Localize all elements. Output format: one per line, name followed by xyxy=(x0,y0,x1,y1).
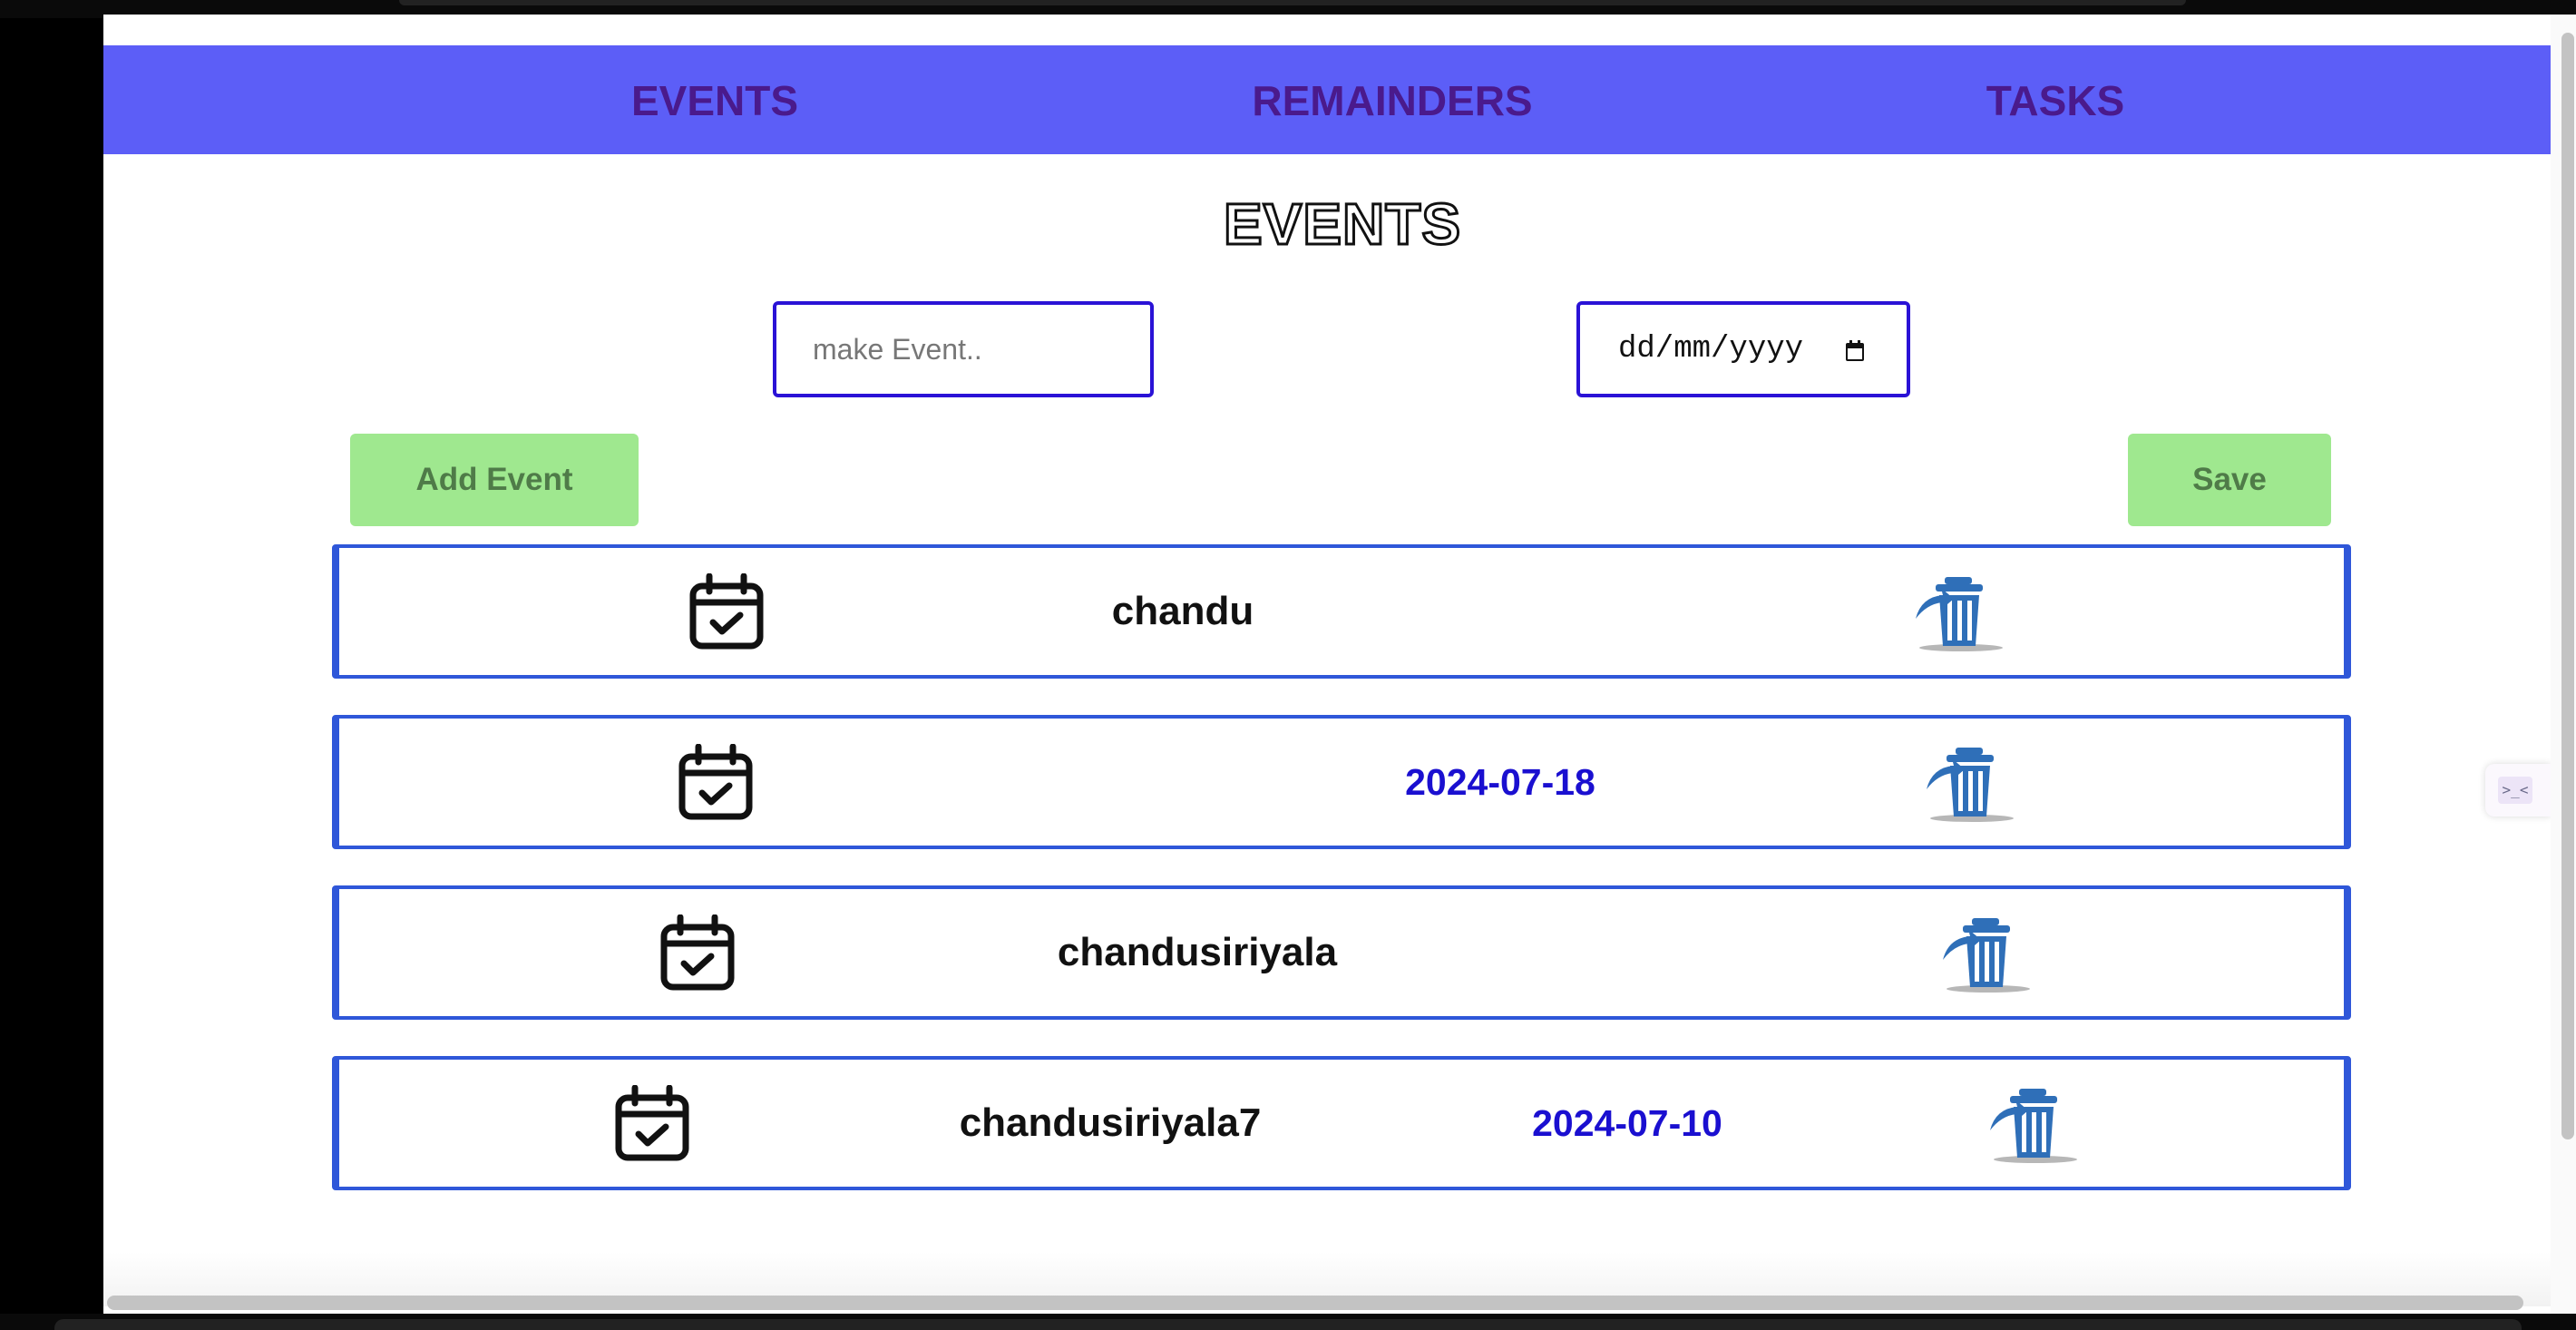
horizontal-scroll-thumb[interactable] xyxy=(107,1296,2523,1310)
trash-icon[interactable] xyxy=(1988,1087,2079,1163)
event-date: 2024-07-18 xyxy=(1405,761,1595,803)
calendar-check-icon xyxy=(689,573,764,650)
calendar-icon[interactable] xyxy=(1845,339,1865,363)
trash-icon[interactable] xyxy=(1914,575,2005,651)
event-row: chandusiriyala7 2024-07-10 xyxy=(332,1056,2351,1190)
calendar-check-icon xyxy=(615,1085,689,1161)
vertical-scroll-thumb[interactable] xyxy=(2561,33,2574,1139)
calendar-check-icon xyxy=(678,744,753,820)
trash-icon[interactable] xyxy=(1925,746,2015,822)
nav-tasks[interactable]: TASKS xyxy=(1986,45,2125,154)
event-name-input[interactable] xyxy=(773,301,1154,397)
extension-icon: >_< xyxy=(2498,777,2532,804)
nav-events[interactable]: EVENTS xyxy=(631,45,798,154)
event-row: chandu xyxy=(332,544,2351,679)
calendar-check-icon xyxy=(660,914,735,991)
event-row: 2024-07-18 xyxy=(332,715,2351,849)
page-title: EVENTS xyxy=(1222,191,1462,259)
add-event-button[interactable]: Add Event xyxy=(350,434,639,526)
date-placeholder: dd/mm/yyyy xyxy=(1618,332,1804,367)
bottom-lip xyxy=(54,1319,2522,1330)
extension-side-tab[interactable]: >_< xyxy=(2485,764,2551,817)
event-row: chandusiriyala xyxy=(332,885,2351,1020)
trash-icon[interactable] xyxy=(1941,916,2032,993)
top-navbar: EVENTS REMAINDERS TASKS xyxy=(103,45,2552,154)
event-name: chandu xyxy=(1111,589,1254,633)
top-notch xyxy=(399,0,2186,5)
event-name: chandusiriyala xyxy=(1057,930,1338,974)
event-name: chandusiriyala7 xyxy=(959,1100,1262,1145)
event-date: 2024-07-10 xyxy=(1532,1102,1722,1144)
event-date-input[interactable]: dd/mm/yyyy xyxy=(1576,301,1910,397)
nav-remainders[interactable]: REMAINDERS xyxy=(1252,45,1532,154)
save-button[interactable]: Save xyxy=(2128,434,2331,526)
window-bottom-bezel xyxy=(0,1314,2576,1330)
